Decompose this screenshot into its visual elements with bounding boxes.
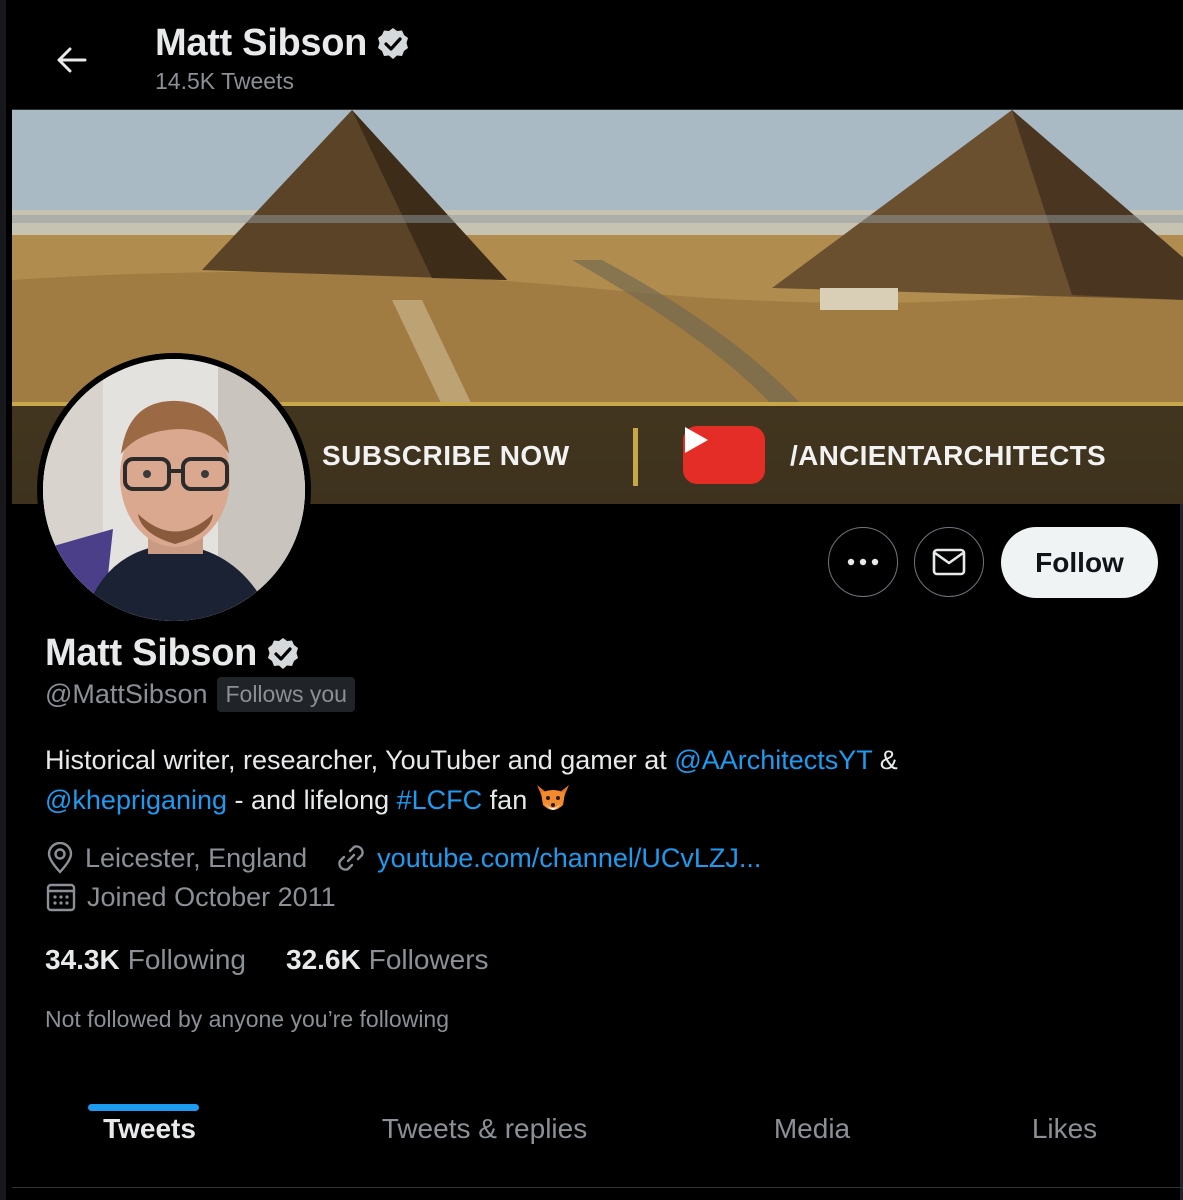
more-dots-icon: [847, 558, 879, 566]
verified-badge-icon: [378, 27, 409, 59]
play-icon: [685, 427, 708, 453]
tab-tweets[interactable]: Tweets: [12, 1070, 287, 1188]
calendar-icon: [46, 883, 76, 912]
banner-subscribe-text: SUBSCRIBE NOW: [322, 440, 570, 471]
avatar[interactable]: [37, 353, 311, 627]
follow-stats: 34.3K Following 32.6K Followers: [45, 944, 489, 976]
following-label: Following: [127, 944, 246, 975]
profile-tabs: Tweets Tweets & replies Media Likes: [12, 1070, 1183, 1188]
bio-mention-link[interactable]: @khepriganing: [45, 785, 227, 815]
envelope-icon: [932, 548, 966, 576]
banner-divider: [633, 428, 638, 486]
handle-row: @MattSibson Follows you: [45, 677, 355, 712]
follow-button[interactable]: Follow: [1001, 527, 1158, 598]
bio-text: &: [872, 745, 898, 775]
youtube-logo: [683, 426, 765, 484]
bio-text: fan: [482, 785, 535, 815]
followers-stat[interactable]: 32.6K Followers: [286, 944, 489, 976]
profile-bio: Historical writer, researcher, YouTuber …: [45, 740, 1045, 820]
more-options-button[interactable]: [828, 527, 898, 597]
profile-handle: @MattSibson: [45, 679, 208, 709]
verified-badge-icon: [268, 637, 299, 669]
bio-hashtag-link[interactable]: #LCFC: [397, 785, 483, 815]
following-count: 34.3K: [45, 944, 120, 975]
profile-meta-row: Leicester, England youtube.com/channel/U…: [45, 842, 789, 874]
header-name-text: Matt Sibson: [155, 22, 368, 64]
followers-label: Followers: [368, 944, 489, 975]
profile-page: Matt Sibson 14.5K Tweets SUBSCRIBE NOW /…: [0, 0, 1183, 1200]
location-pin-icon: [47, 842, 73, 874]
fox-emoji-icon: [536, 785, 569, 810]
message-button[interactable]: [914, 527, 984, 597]
tab-media[interactable]: Media: [702, 1070, 922, 1188]
website-item: youtube.com/channel/UCvLZJ...: [335, 842, 761, 874]
back-button[interactable]: [50, 38, 94, 82]
not-followed-notice: Not followed by anyone you’re following: [45, 1006, 450, 1032]
profile-photo: [43, 359, 305, 621]
followers-count: 32.6K: [286, 944, 361, 975]
location-item: Leicester, England: [45, 842, 307, 874]
bio-mention-link[interactable]: @AArchitectsYT: [674, 745, 872, 775]
website-link[interactable]: youtube.com/channel/UCvLZJ...: [377, 843, 761, 874]
bio-text: - and lifelong: [227, 785, 397, 815]
profile-name: Matt Sibson: [45, 632, 301, 675]
banner-channel-text: /ANCIENTARCHITECTS: [790, 440, 1106, 471]
bio-text: Historical writer, researcher, YouTuber …: [45, 745, 675, 775]
location-text: Leicester, England: [85, 842, 308, 873]
tab-likes[interactable]: Likes: [962, 1070, 1167, 1188]
following-stat[interactable]: 34.3K Following: [45, 944, 246, 976]
joined-item: Joined October 2011: [45, 881, 336, 913]
active-tab-indicator: [88, 1104, 199, 1111]
link-icon: [338, 845, 364, 871]
tab-tweets-replies[interactable]: Tweets & replies: [317, 1070, 652, 1188]
header-title: Matt Sibson: [155, 22, 411, 65]
profile-name-text: Matt Sibson: [45, 632, 258, 674]
profile-meta-row: Joined October 2011: [45, 881, 364, 913]
profile-header: Matt Sibson 14.5K Tweets: [12, 0, 1183, 110]
joined-text: Joined October 2011: [87, 881, 336, 912]
arrow-left-icon: [57, 47, 87, 73]
follows-you-badge: Follows you: [217, 677, 355, 712]
tweet-count: 14.5K Tweets: [155, 68, 294, 94]
